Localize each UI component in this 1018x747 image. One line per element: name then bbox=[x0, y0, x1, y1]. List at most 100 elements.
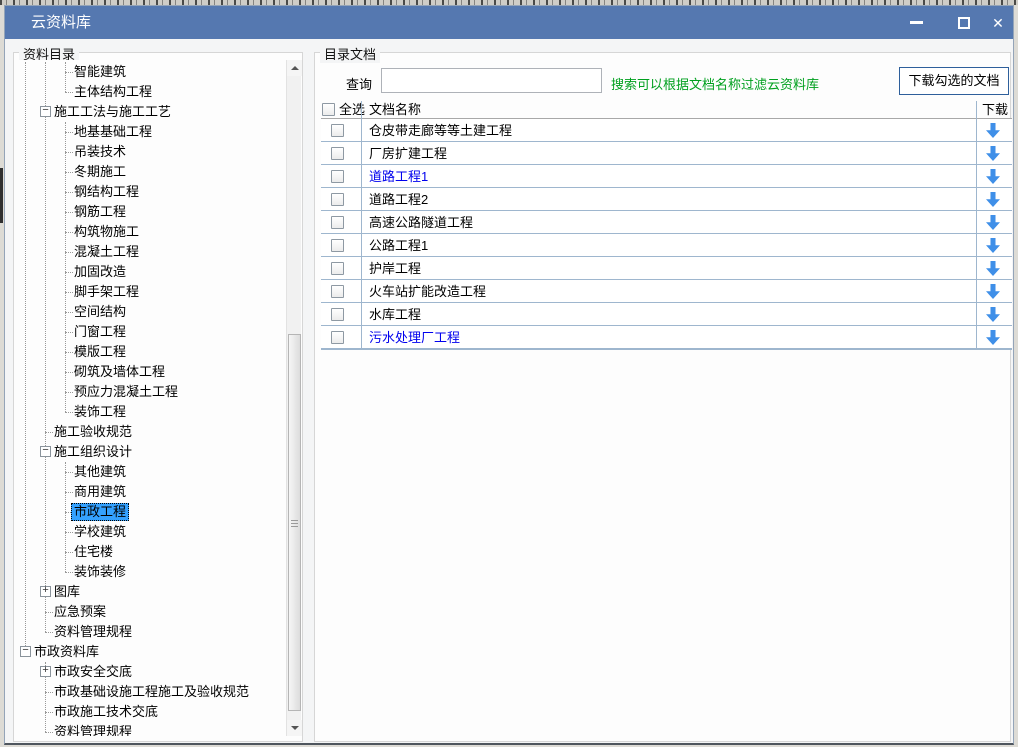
tree-item-label[interactable]: 模版工程 bbox=[71, 343, 129, 361]
scroll-up-icon[interactable] bbox=[287, 60, 302, 76]
title-bar[interactable]: 云资料库 ✕ bbox=[5, 6, 1013, 39]
tree-item-label[interactable]: 装饰装修 bbox=[71, 563, 129, 581]
minimize-icon[interactable] bbox=[901, 9, 931, 36]
tree-item-label[interactable]: 脚手架工程 bbox=[71, 283, 142, 301]
document-name[interactable]: 道路工程2 bbox=[369, 188, 428, 211]
tree-item-label[interactable]: 资料管理规程 bbox=[51, 623, 135, 641]
row-checkbox[interactable] bbox=[331, 308, 344, 321]
tree-item-label[interactable]: 钢筋工程 bbox=[71, 203, 129, 221]
tree-item[interactable]: 脚手架工程 bbox=[18, 282, 285, 302]
tree-item-label[interactable]: 门窗工程 bbox=[71, 323, 129, 341]
tree-item-label[interactable]: 预应力混凝土工程 bbox=[71, 383, 181, 401]
tree-item-label[interactable]: 商用建筑 bbox=[71, 483, 129, 501]
tree-item[interactable]: 市政基础设施工程施工及验收规范 bbox=[18, 682, 285, 702]
tree-item-label[interactable]: 学校建筑 bbox=[71, 523, 129, 541]
tree-item[interactable]: 构筑物施工 bbox=[18, 222, 285, 242]
tree-item-label[interactable]: 砌筑及墙体工程 bbox=[71, 363, 168, 381]
download-arrow-icon[interactable] bbox=[986, 307, 1000, 322]
collapse-icon[interactable]: − bbox=[20, 646, 31, 657]
tree-item-label[interactable]: 施工工法与施工工艺 bbox=[51, 103, 174, 121]
tree-item-label[interactable]: 应急预案 bbox=[51, 603, 109, 621]
document-name[interactable]: 厂房扩建工程 bbox=[369, 142, 447, 165]
tree-item[interactable]: 学校建筑 bbox=[18, 522, 285, 542]
tree-item-label[interactable]: 构筑物施工 bbox=[71, 223, 142, 241]
tree-item-label-selected[interactable]: 市政工程 bbox=[71, 503, 129, 521]
tree-item[interactable]: 装饰装修 bbox=[18, 562, 285, 582]
tree-item[interactable]: 装饰工程 bbox=[18, 402, 285, 422]
tree-item[interactable]: 资料管理规程 bbox=[18, 622, 285, 642]
tree-item-label[interactable]: 住宅楼 bbox=[71, 543, 116, 561]
document-name[interactable]: 水库工程 bbox=[369, 303, 421, 326]
download-arrow-icon[interactable] bbox=[986, 123, 1000, 138]
collapse-icon[interactable]: − bbox=[40, 106, 51, 117]
tree-item[interactable]: +图库 bbox=[18, 582, 285, 602]
tree-item-label[interactable]: 资料管理规程 bbox=[51, 723, 135, 736]
tree-item-label[interactable]: 市政安全交底 bbox=[51, 663, 135, 681]
search-input[interactable] bbox=[381, 68, 602, 93]
row-checkbox[interactable] bbox=[331, 262, 344, 275]
tree-item[interactable]: 门窗工程 bbox=[18, 322, 285, 342]
tree-item-label[interactable]: 市政基础设施工程施工及验收规范 bbox=[51, 683, 252, 701]
row-checkbox[interactable] bbox=[331, 193, 344, 206]
tree-item[interactable]: 加固改造 bbox=[18, 262, 285, 282]
tree-scrollbar[interactable] bbox=[286, 60, 301, 736]
tree-item[interactable]: 砌筑及墙体工程 bbox=[18, 362, 285, 382]
maximize-icon[interactable] bbox=[949, 9, 979, 36]
row-checkbox[interactable] bbox=[331, 239, 344, 252]
tree-item[interactable]: 模版工程 bbox=[18, 342, 285, 362]
download-checked-button[interactable]: 下载勾选的文档 bbox=[899, 67, 1009, 95]
download-arrow-icon[interactable] bbox=[986, 238, 1000, 253]
row-checkbox[interactable] bbox=[331, 331, 344, 344]
scrollbar-thumb[interactable] bbox=[288, 334, 301, 711]
tree-item[interactable]: 钢筋工程 bbox=[18, 202, 285, 222]
row-checkbox[interactable] bbox=[331, 147, 344, 160]
document-name[interactable]: 护岸工程 bbox=[369, 257, 421, 280]
tree-item-label[interactable]: 冬期施工 bbox=[71, 163, 129, 181]
tree-item-label[interactable]: 钢结构工程 bbox=[71, 183, 142, 201]
tree-item-label[interactable]: 市政资料库 bbox=[31, 643, 102, 661]
tree-item[interactable]: 吊装技术 bbox=[18, 142, 285, 162]
tree-item-label[interactable]: 其他建筑 bbox=[71, 463, 129, 481]
tree-item[interactable]: −施工工法与施工工艺 bbox=[18, 102, 285, 122]
tree-item-label[interactable]: 混凝土工程 bbox=[71, 243, 142, 261]
tree-item[interactable]: 商用建筑 bbox=[18, 482, 285, 502]
tree-item[interactable]: 智能建筑 bbox=[18, 62, 285, 82]
tree-item-label[interactable]: 图库 bbox=[51, 583, 83, 601]
tree-item[interactable]: 住宅楼 bbox=[18, 542, 285, 562]
download-arrow-icon[interactable] bbox=[986, 215, 1000, 230]
tree-item-label[interactable]: 地基基础工程 bbox=[71, 123, 155, 141]
document-name-link[interactable]: 污水处理厂工程 bbox=[369, 326, 460, 349]
tree-item[interactable]: 资料管理规程 bbox=[18, 722, 285, 736]
download-arrow-icon[interactable] bbox=[986, 261, 1000, 276]
tree-item-label[interactable]: 吊装技术 bbox=[71, 143, 129, 161]
scroll-down-icon[interactable] bbox=[287, 720, 302, 736]
tree-item-label[interactable]: 空间结构 bbox=[71, 303, 129, 321]
download-arrow-icon[interactable] bbox=[986, 330, 1000, 345]
document-name[interactable]: 火车站扩能改造工程 bbox=[369, 280, 486, 303]
tree-item-label[interactable]: 装饰工程 bbox=[71, 403, 129, 421]
tree-item[interactable]: 空间结构 bbox=[18, 302, 285, 322]
download-column-header[interactable]: 下载 bbox=[982, 101, 1008, 119]
tree-item[interactable]: 钢结构工程 bbox=[18, 182, 285, 202]
download-arrow-icon[interactable] bbox=[986, 192, 1000, 207]
tree-item[interactable]: 预应力混凝土工程 bbox=[18, 382, 285, 402]
tree-item[interactable]: −施工组织设计 bbox=[18, 442, 285, 462]
name-column-header[interactable]: 文档名称 bbox=[369, 101, 421, 119]
tree-item[interactable]: +市政安全交底 bbox=[18, 662, 285, 682]
resource-tree[interactable]: 智能建筑主体结构工程−施工工法与施工工艺地基基础工程吊装技术冬期施工钢结构工程钢… bbox=[18, 60, 285, 736]
tree-item-label[interactable]: 市政施工技术交底 bbox=[51, 703, 161, 721]
document-name[interactable]: 高速公路隧道工程 bbox=[369, 211, 473, 234]
collapse-icon[interactable]: − bbox=[40, 446, 51, 457]
tree-item-label[interactable]: 施工验收规范 bbox=[51, 423, 135, 441]
row-checkbox[interactable] bbox=[331, 170, 344, 183]
expand-icon[interactable]: + bbox=[40, 586, 51, 597]
tree-item[interactable]: 冬期施工 bbox=[18, 162, 285, 182]
tree-item-label[interactable]: 主体结构工程 bbox=[71, 83, 155, 101]
document-name[interactable]: 仓皮带走廊等等土建工程 bbox=[369, 119, 512, 142]
download-arrow-icon[interactable] bbox=[986, 146, 1000, 161]
tree-item[interactable]: 应急预案 bbox=[18, 602, 285, 622]
tree-item[interactable]: −市政资料库 bbox=[18, 642, 285, 662]
document-name[interactable]: 公路工程1 bbox=[369, 234, 428, 257]
row-checkbox[interactable] bbox=[331, 124, 344, 137]
document-name-link[interactable]: 道路工程1 bbox=[369, 165, 428, 188]
